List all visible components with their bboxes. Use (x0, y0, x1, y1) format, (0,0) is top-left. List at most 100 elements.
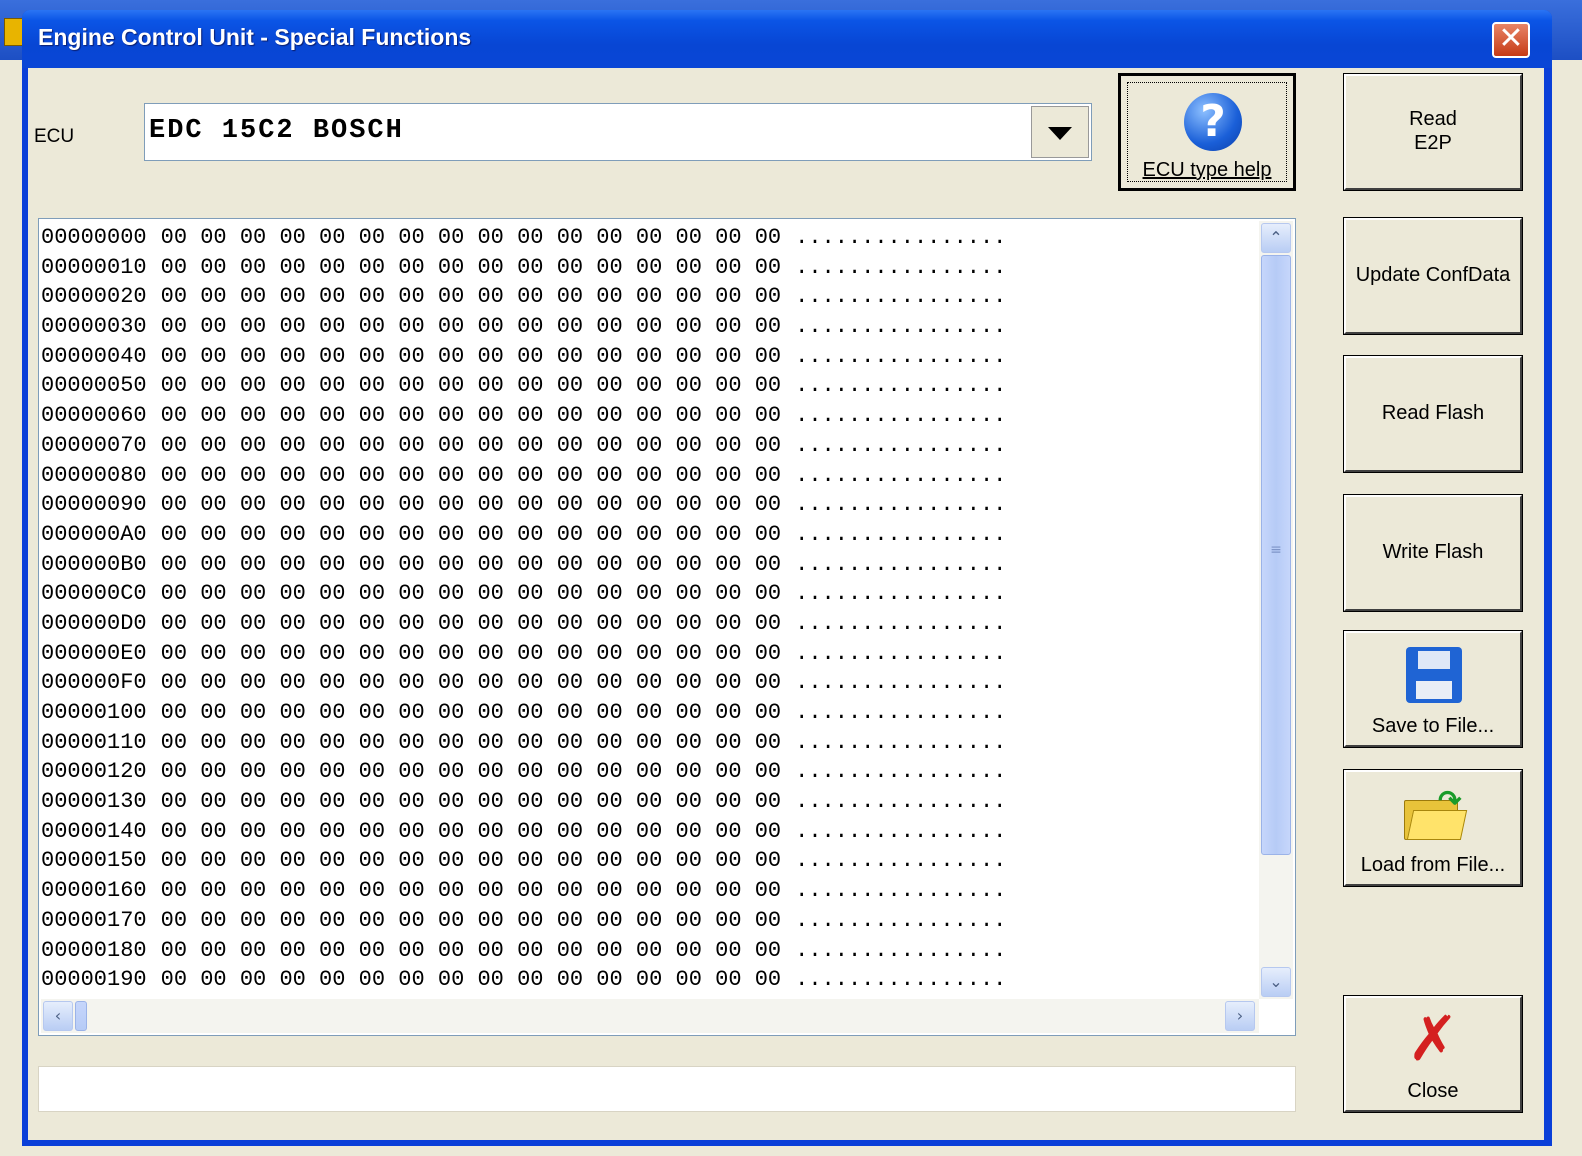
hex-dump-row: 000000F0 00 00 00 00 00 00 00 00 00 00 00… (41, 668, 1255, 698)
scroll-left-button[interactable]: ‹ (43, 1001, 73, 1031)
hex-row-address: 00000120 (41, 759, 147, 785)
save-to-file-label: Save to File... (1371, 715, 1495, 737)
hex-dump-row: 00000080 00 00 00 00 00 00 00 00 00 00 00… (41, 461, 1255, 491)
hex-row-address: 00000090 (41, 492, 147, 518)
hex-dump-lines: 00000000 00 00 00 00 00 00 00 00 00 00 00… (41, 223, 1255, 995)
hex-dump-row: 00000040 00 00 00 00 00 00 00 00 00 00 00… (41, 342, 1255, 372)
read-flash-button[interactable]: Read Flash (1343, 355, 1523, 473)
open-folder-icon: ↷ (1404, 785, 1468, 840)
hex-row-address: 000000D0 (41, 610, 147, 636)
load-from-file-button[interactable]: ↷ Load from File... (1343, 769, 1523, 887)
hex-row-bytes: 00 00 00 00 00 00 00 00 00 00 00 00 00 0… (160, 373, 782, 399)
hex-dump-row: 000000D0 00 00 00 00 00 00 00 00 00 00 00… (41, 609, 1255, 639)
hex-row-ascii: ................ (795, 610, 1007, 636)
read-e2p-label-line1: Read (1409, 108, 1457, 130)
ecu-type-select[interactable]: EDC 15C2 BOSCH (144, 103, 1092, 161)
horizontal-scrollbar[interactable]: ‹ › (41, 999, 1259, 1033)
hex-dump-row: 00000150 00 00 00 00 00 00 00 00 00 00 00… (41, 846, 1255, 876)
hex-dump-row: 00000180 00 00 00 00 00 00 00 00 00 00 00… (41, 936, 1255, 966)
ecu-label: ECU (34, 126, 75, 147)
hex-dump-row: 00000100 00 00 00 00 00 00 00 00 00 00 00… (41, 698, 1255, 728)
hex-row-address: 00000060 (41, 403, 147, 429)
close-button[interactable]: ✗ Close (1343, 995, 1523, 1113)
hex-row-bytes: 00 00 00 00 00 00 00 00 00 00 00 00 00 0… (160, 432, 782, 458)
hex-row-ascii: ................ (795, 729, 1007, 755)
ecu-type-help-button[interactable]: ? ECU type help (1118, 73, 1296, 191)
hex-row-bytes: 00 00 00 00 00 00 00 00 00 00 00 00 00 0… (160, 700, 782, 725)
hex-dump-view[interactable]: 00000000 00 00 00 00 00 00 00 00 00 00 00… (38, 218, 1296, 1036)
hex-dump-row: 00000190 00 00 00 00 00 00 00 00 00 00 00… (41, 965, 1255, 995)
hex-row-address: 00000110 (41, 729, 147, 755)
hex-row-ascii: ................ (795, 284, 1007, 310)
read-e2p-label-line2: E2P (1414, 132, 1452, 154)
hex-dump-row: 00000050 00 00 00 00 00 00 00 00 00 00 00… (41, 371, 1255, 401)
hex-dump-row: 00000110 00 00 00 00 00 00 00 00 00 00 00… (41, 728, 1255, 758)
hex-dump-row: 00000090 00 00 00 00 00 00 00 00 00 00 00… (41, 490, 1255, 520)
save-to-file-button[interactable]: Save to File... (1343, 630, 1523, 748)
titlebar-close-button[interactable]: ✕ (1492, 22, 1530, 58)
scroll-down-button[interactable]: ⌄ (1261, 967, 1291, 997)
hex-row-ascii: ................ (795, 551, 1007, 577)
hex-row-address: 00000130 (41, 789, 147, 815)
hex-row-ascii: ................ (795, 937, 1007, 963)
ecu-dropdown-button[interactable] (1031, 106, 1089, 158)
hex-row-bytes: 00 00 00 00 00 00 00 00 00 00 00 00 00 0… (160, 878, 782, 904)
update-confdata-button[interactable]: Update ConfData (1343, 217, 1523, 335)
vertical-scrollbar[interactable]: ⌃ ≡ ⌄ (1259, 221, 1293, 999)
hex-row-address: 00000020 (41, 284, 147, 310)
hex-row-ascii: ................ (795, 343, 1007, 369)
hex-dump-row: 00000140 00 00 00 00 00 00 00 00 00 00 00… (41, 817, 1255, 847)
horizontal-scroll-thumb[interactable] (75, 1001, 87, 1031)
hex-dump-row: 000000A0 00 00 00 00 00 00 00 00 00 00 00… (41, 520, 1255, 550)
hex-dump-row: 000000B0 00 00 00 00 00 00 00 00 00 00 00… (41, 550, 1255, 580)
hex-row-ascii: ................ (795, 521, 1007, 547)
hex-dump-row: 00000000 00 00 00 00 00 00 00 00 00 00 00… (41, 223, 1255, 253)
hex-row-bytes: 00 00 00 00 00 00 00 00 00 00 00 00 00 0… (160, 670, 782, 696)
hex-row-bytes: 00 00 00 00 00 00 00 00 00 00 00 00 00 0… (160, 551, 782, 577)
hex-row-ascii: ................ (795, 581, 1007, 607)
read-e2p-button[interactable]: Read E2P (1343, 73, 1523, 191)
hex-dump-row: 000000E0 00 00 00 00 00 00 00 00 00 00 00… (41, 639, 1255, 669)
hex-row-bytes: 00 00 00 00 00 00 00 00 00 00 00 00 00 0… (160, 818, 782, 844)
hex-row-ascii: ................ (795, 403, 1007, 429)
question-icon: ? (1184, 93, 1242, 151)
vertical-scroll-thumb[interactable]: ≡ (1261, 255, 1291, 855)
hex-row-address: 000000F0 (41, 670, 147, 696)
hex-row-ascii: ................ (795, 700, 1007, 725)
hex-row-ascii: ................ (795, 492, 1007, 518)
hex-row-address: 00000070 (41, 432, 147, 458)
hex-dump-row: 00000170 00 00 00 00 00 00 00 00 00 00 00… (41, 906, 1255, 936)
close-label: Close (1407, 1080, 1459, 1102)
hex-row-ascii: ................ (795, 254, 1007, 280)
hex-row-bytes: 00 00 00 00 00 00 00 00 00 00 00 00 00 0… (160, 640, 782, 666)
hex-row-address: 000000B0 (41, 551, 147, 577)
hex-dump-row: 000000C0 00 00 00 00 00 00 00 00 00 00 00… (41, 579, 1255, 609)
status-field (38, 1066, 1296, 1112)
floppy-disk-icon (1406, 647, 1462, 703)
scroll-up-button[interactable]: ⌃ (1261, 223, 1291, 253)
hex-row-ascii: ................ (795, 759, 1007, 785)
hex-row-ascii: ................ (795, 462, 1007, 488)
hex-row-address: 00000160 (41, 878, 147, 904)
hex-row-ascii: ................ (795, 373, 1007, 399)
red-x-icon: ✗ (1407, 1002, 1459, 1075)
hex-row-ascii: ................ (795, 789, 1007, 815)
hex-row-bytes: 00 00 00 00 00 00 00 00 00 00 00 00 00 0… (160, 789, 782, 815)
chevron-down-icon (1048, 127, 1072, 140)
scroll-right-button[interactable]: › (1225, 1001, 1255, 1031)
write-flash-button[interactable]: Write Flash (1343, 494, 1523, 612)
hex-row-bytes: 00 00 00 00 00 00 00 00 00 00 00 00 00 0… (160, 967, 782, 993)
hex-row-ascii: ................ (795, 967, 1007, 993)
hex-row-address: 00000000 (41, 225, 147, 250)
hex-row-address: 00000030 (41, 314, 147, 340)
window-title: Engine Control Unit - Special Functions (38, 24, 472, 50)
hex-row-bytes: 00 00 00 00 00 00 00 00 00 00 00 00 00 0… (160, 492, 782, 518)
hex-row-address: 000000A0 (41, 521, 147, 547)
write-flash-label: Write Flash (1382, 541, 1484, 563)
grip-icon: ≡ (1270, 542, 1282, 558)
hex-row-bytes: 00 00 00 00 00 00 00 00 00 00 00 00 00 0… (160, 284, 782, 310)
hex-dump-row: 00000030 00 00 00 00 00 00 00 00 00 00 00… (41, 312, 1255, 342)
hex-row-ascii: ................ (795, 225, 1007, 250)
hex-dump-row: 00000020 00 00 00 00 00 00 00 00 00 00 00… (41, 282, 1255, 312)
hex-row-address: 000000E0 (41, 640, 147, 666)
